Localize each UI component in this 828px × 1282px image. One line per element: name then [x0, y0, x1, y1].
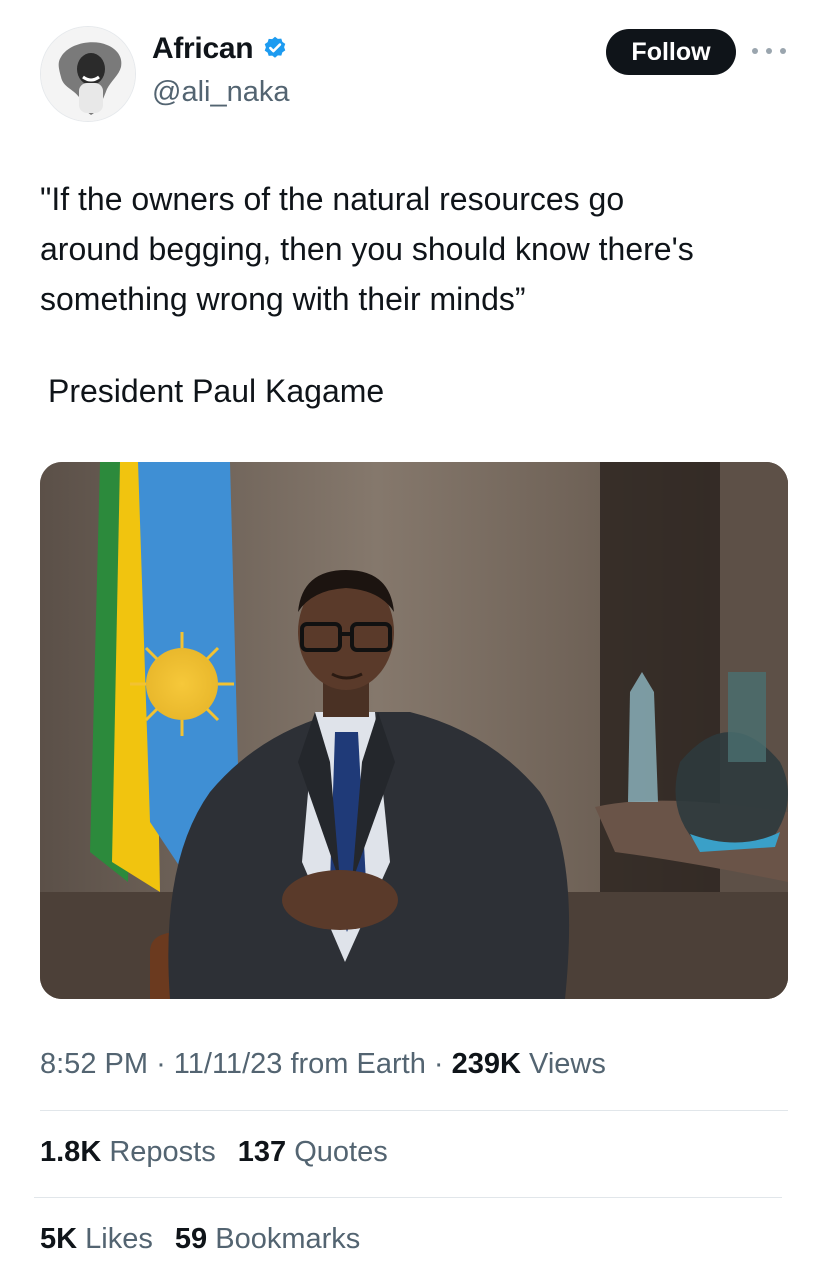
tweet-text: "If the owners of the natural resources … — [40, 174, 800, 324]
more-dot — [780, 48, 786, 54]
likes-stat[interactable]: 5K Likes — [40, 1223, 153, 1256]
tweet-text-line: around begging, then you should know the… — [40, 231, 694, 267]
more-dot — [752, 48, 758, 54]
follow-button[interactable]: Follow — [606, 29, 736, 75]
tweet-text-line: something wrong with their minds” — [40, 281, 526, 317]
views-count: 239K — [451, 1048, 521, 1080]
tweet-text-line: "If the owners of the natural resources … — [40, 181, 625, 217]
tweet-time[interactable]: 8:52 PM — [40, 1048, 148, 1080]
avatar[interactable] — [40, 26, 136, 122]
bookmarks-label: Bookmarks — [215, 1223, 361, 1255]
tweet-date[interactable]: 11/11/23 — [174, 1048, 283, 1080]
author-handle[interactable]: @ali_naka — [152, 76, 289, 109]
engagement-row-likes: 5K Likes 59 Bookmarks — [40, 1223, 374, 1256]
reposts-count: 1.8K — [40, 1136, 102, 1168]
tweet-attribution: President Paul Kagame — [48, 373, 385, 409]
likes-count: 5K — [40, 1223, 78, 1255]
photo-illustration — [40, 462, 788, 999]
likes-label: Likes — [85, 1223, 153, 1255]
more-options-icon[interactable] — [752, 41, 786, 61]
tweet-meta: 8:52 PM · 11/11/23 from Earth · 239K Vie… — [40, 1048, 606, 1081]
verified-badge-icon — [264, 36, 286, 58]
more-dot — [766, 48, 772, 54]
views-label: Views — [529, 1048, 606, 1080]
tweet-source: from Earth — [290, 1048, 426, 1080]
tweet-detail: African @ali_naka Follow "If the owners … — [0, 0, 828, 1282]
tweet-photo[interactable] — [40, 462, 788, 999]
author-name-row[interactable]: African — [152, 32, 289, 66]
reposts-stat[interactable]: 1.8K Reposts — [40, 1136, 216, 1169]
quotes-label: Quotes — [294, 1136, 388, 1168]
quotes-stat[interactable]: 137 Quotes — [238, 1136, 388, 1169]
quotes-count: 137 — [237, 1136, 287, 1168]
meta-separator: · — [433, 1048, 444, 1080]
engagement-row-reposts: 1.8K Reposts 137 Quotes — [40, 1136, 402, 1169]
avatar-image — [41, 27, 135, 121]
display-name[interactable]: African — [152, 32, 254, 66]
bookmarks-stat[interactable]: 59 Bookmarks — [175, 1223, 360, 1256]
meta-separator: · — [156, 1048, 166, 1080]
bookmarks-count: 59 — [174, 1223, 208, 1255]
divider — [40, 1110, 788, 1111]
divider — [34, 1197, 782, 1198]
reposts-label: Reposts — [109, 1136, 216, 1168]
